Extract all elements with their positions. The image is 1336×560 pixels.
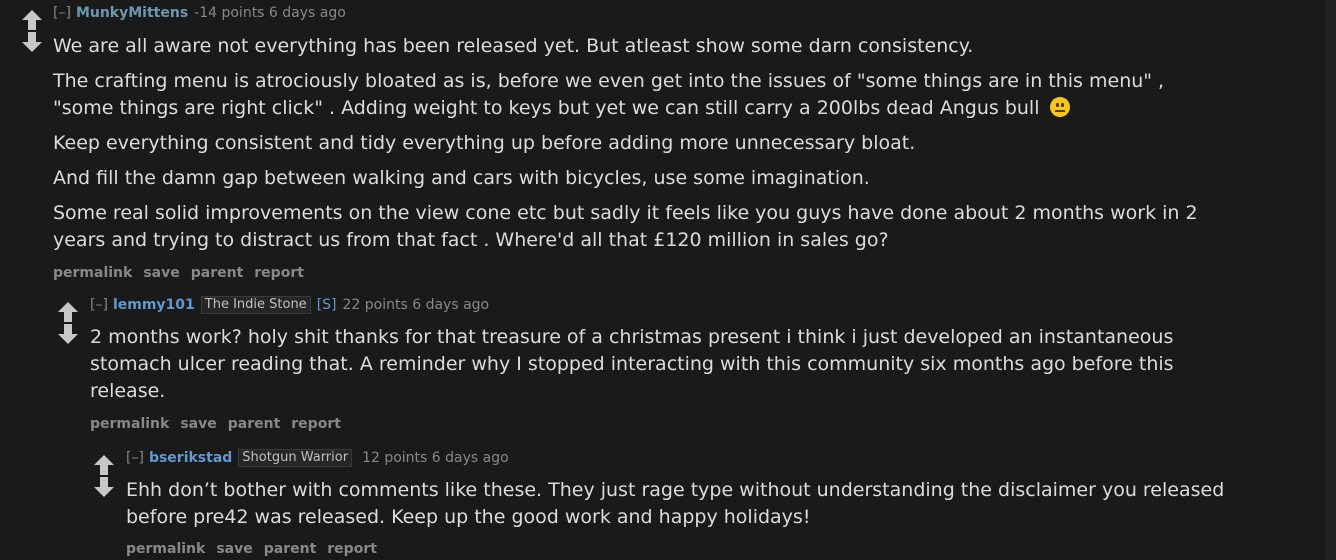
comment-actions: permalink save parent report (53, 264, 1243, 282)
vote-arrows (56, 301, 80, 345)
vote-arrows (92, 454, 116, 498)
comment-paragraph-text: The crafting menu is atrociously bloated… (53, 70, 1165, 119)
comment-paragraph: The crafting menu is atrociously bloated… (53, 68, 1223, 122)
comment-paragraph: We are all aware not everything has been… (53, 35, 974, 57)
comment-bserikstad: [–] bserikstad Shotgun Warrior 12 points 6 … (92, 449, 1310, 560)
vote-arrows (20, 9, 44, 53)
collapse-toggle[interactable]: [–] (90, 297, 108, 313)
author-link[interactable]: MunkyMittens (76, 5, 188, 21)
score-time: 12 points 6 days ago (362, 450, 509, 466)
collapse-toggle[interactable]: [–] (53, 5, 71, 21)
neutral-face-emoji-icon (1049, 97, 1070, 117)
comment-entry: [–] MunkyMittens -14 points 6 days ago We … (53, 4, 1243, 282)
user-flair: Shotgun Warrior (238, 449, 353, 467)
comment-tagline: [–] MunkyMittens -14 points 6 days ago (53, 4, 1243, 22)
comment-paragraph: 2 months work? holy shit thanks for that… (90, 326, 1174, 402)
save-link[interactable]: save (143, 265, 179, 281)
upvote-arrow-icon[interactable] (56, 301, 80, 323)
comment-paragraph: Keep everything consistent and tidy ever… (53, 132, 916, 154)
upvote-arrow-icon[interactable] (20, 9, 44, 31)
downvote-arrow-icon[interactable] (20, 31, 44, 53)
author-link[interactable]: lemmy101 (113, 297, 195, 313)
permalink-link[interactable]: permalink (53, 265, 132, 281)
comment-actions: permalink save parent report (126, 540, 1276, 558)
parent-link[interactable]: parent (228, 416, 281, 432)
report-link[interactable]: report (327, 541, 377, 557)
score-time: 22 points 6 days ago (342, 297, 490, 313)
comment-actions: permalink save parent report (90, 415, 1240, 433)
downvote-arrow-icon[interactable] (56, 323, 80, 345)
upvote-arrow-icon[interactable] (92, 454, 116, 476)
author-link[interactable]: bserikstad (149, 450, 232, 466)
parent-link[interactable]: parent (191, 265, 244, 281)
permalink-link[interactable]: permalink (90, 416, 169, 432)
comment-thread: [–] MunkyMittens -14 points 6 days ago We … (0, 0, 1336, 560)
collapse-toggle[interactable]: [–] (126, 450, 144, 466)
comment-body: Ehh don’t bother with comments like thes… (126, 477, 1276, 531)
save-link[interactable]: save (180, 416, 216, 432)
comment-body: We are all aware not everything has been… (53, 33, 1243, 254)
report-link[interactable]: report (254, 265, 304, 281)
score-time: -14 points 6 days ago (194, 5, 346, 21)
comment-paragraph: And fill the damn gap between walking an… (53, 167, 870, 189)
comment-body: 2 months work? holy shit thanks for that… (90, 324, 1240, 405)
comment-entry: [–] lemmy101 The Indie Stone [S] 22 points 6… (90, 296, 1240, 433)
report-link[interactable]: report (291, 416, 341, 432)
permalink-link[interactable]: permalink (126, 541, 205, 557)
user-flair: The Indie Stone (200, 296, 311, 314)
parent-link[interactable]: parent (264, 541, 317, 557)
save-link[interactable]: save (216, 541, 252, 557)
sidebar-edge (1326, 0, 1336, 560)
comment-paragraph: Some real solid improvements on the view… (53, 202, 1198, 251)
comment-paragraph: Ehh don’t bother with comments like thes… (126, 479, 1225, 528)
comment-lemmy101: [–] lemmy101 The Indie Stone [S] 22 points 6… (56, 296, 1310, 441)
downvote-arrow-icon[interactable] (92, 476, 116, 498)
comment-munkymittens: [–] MunkyMittens -14 points 6 days ago We … (20, 4, 1310, 284)
comment-tagline: [–] lemmy101 The Indie Stone [S] 22 points 6… (90, 296, 1240, 314)
comment-entry: [–] bserikstad Shotgun Warrior 12 points 6 … (126, 449, 1276, 558)
comment-tagline: [–] bserikstad Shotgun Warrior 12 points 6 … (126, 449, 1276, 467)
admin-tag[interactable]: [S] (317, 297, 337, 313)
